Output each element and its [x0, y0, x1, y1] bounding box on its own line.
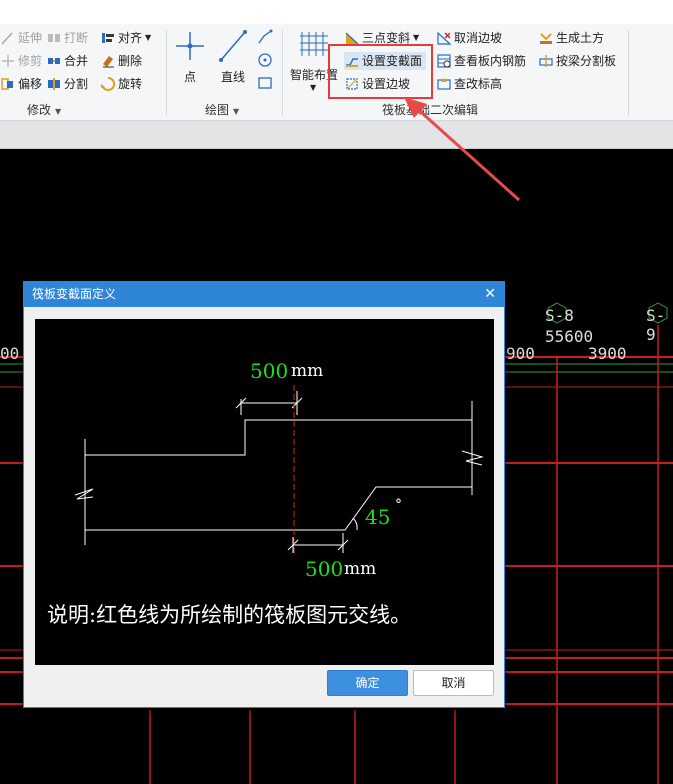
confirm-button[interactable]: 确定: [327, 670, 408, 696]
cancel-button[interactable]: 取消: [413, 670, 494, 696]
bottom-dimension-unit: mm: [344, 559, 377, 579]
top-dimension-unit: mm: [291, 361, 324, 381]
bottom-dimension-value: 500: [305, 557, 344, 581]
close-icon[interactable]: ✕: [484, 282, 496, 307]
diagram-note: 说明:红色线为所绘制的筏板图元交线。: [47, 603, 412, 627]
angle-value: 45: [365, 505, 391, 529]
angle-unit: °: [395, 497, 402, 513]
section-illustration: 500 mm 45 ° 500 mm 说明:红色线为所绘制的筏板图元交线。: [35, 319, 494, 665]
top-dimension-value: 500: [250, 359, 289, 383]
section-definition-dialog: 筏板变截面定义 ✕ 500 mm 45 ° 500 mm 说明:红色线为所绘制的…: [23, 281, 505, 708]
dialog-title: 筏板变截面定义: [32, 287, 117, 301]
dialog-title-bar[interactable]: 筏板变截面定义 ✕: [24, 282, 504, 307]
